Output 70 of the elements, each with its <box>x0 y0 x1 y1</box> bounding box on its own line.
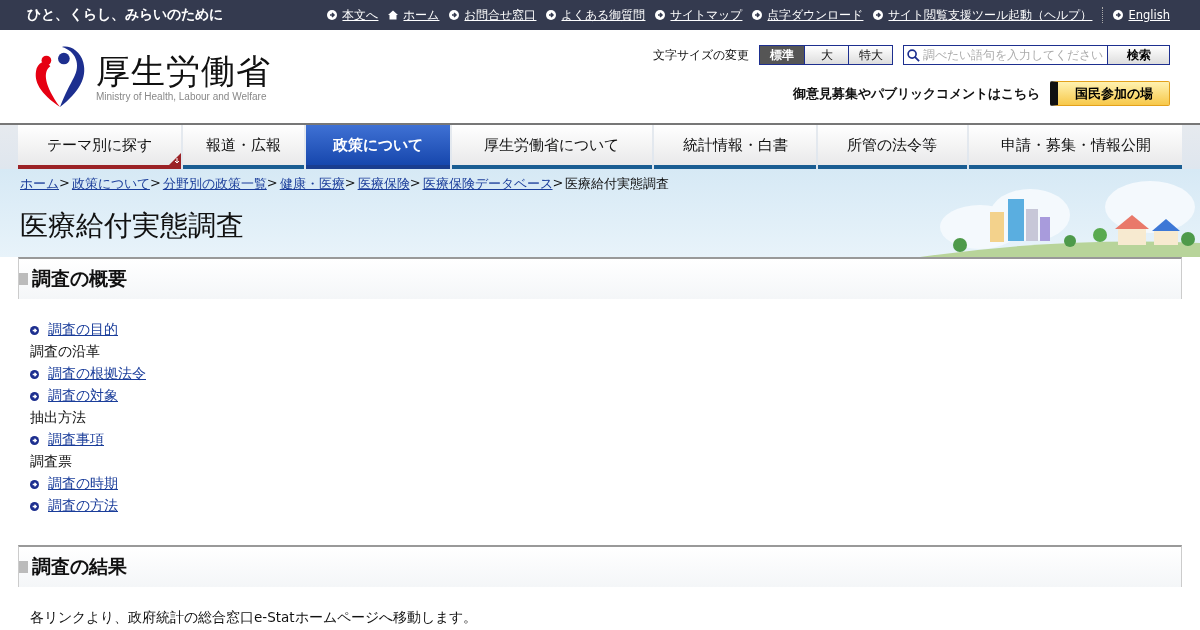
arrow-circle-icon <box>30 325 39 335</box>
arrow-circle-icon <box>327 10 338 20</box>
font-size-label: 文字サイズの変更 <box>653 46 749 64</box>
survey-text: 各リンクより、政府統計の総合窓口e-Statホームページへ移動します。 <box>30 609 477 627</box>
top-link[interactable]: 本文へ <box>327 7 379 23</box>
participation-button[interactable]: 国民参加の場 <box>1050 81 1170 106</box>
font-size-button[interactable]: 特大 <box>848 46 892 64</box>
top-link[interactable]: サイト閲覧支援ツール起動（ヘルプ） <box>873 7 1093 23</box>
arrow-circle-icon <box>30 391 39 401</box>
arrow-circle-icon <box>449 10 460 20</box>
arrow-circle-icon <box>30 501 39 511</box>
page-title: 医療給付実態調査 <box>20 208 245 244</box>
breadcrumb-link[interactable]: 医療保険 <box>357 175 410 193</box>
arrow-circle-icon <box>546 10 557 20</box>
survey-link[interactable]: 調査の方法 <box>48 497 118 515</box>
arrow-circle-icon <box>30 479 39 489</box>
logo-title: 厚生労働省 <box>96 51 271 91</box>
nav-tab[interactable]: 申請・募集・情報公開 <box>969 125 1182 169</box>
font-size-button[interactable]: 標準 <box>760 46 804 64</box>
breadcrumb-separator: > <box>149 175 161 192</box>
font-size-button[interactable]: 大 <box>804 46 848 64</box>
arrow-circle-icon <box>655 10 666 20</box>
survey-link[interactable]: 調査の時期 <box>48 475 118 493</box>
breadcrumb-link[interactable]: 分野別の政策一覧 <box>162 175 267 193</box>
site-tagline: ひと、くらし、みらいのために <box>27 6 223 24</box>
breadcrumb-separator: > <box>266 175 278 192</box>
breadcrumb-link[interactable]: 健康・医療 <box>279 175 345 193</box>
nav-tab[interactable]: 厚生労働省について <box>451 125 653 169</box>
top-link[interactable]: よくある御質問 <box>546 7 646 23</box>
arrow-circle-icon <box>30 369 39 379</box>
search-button[interactable]: 検索 <box>1108 45 1170 65</box>
nav-tab[interactable]: 報道・広報 <box>183 125 305 169</box>
heading-marker-icon <box>19 273 28 285</box>
nav-tab[interactable]: テーマ別に探す <box>18 125 182 169</box>
breadcrumb-link[interactable]: 政策について <box>71 175 150 193</box>
top-link[interactable]: 点字ダウンロード <box>752 7 864 23</box>
down-arrow-icon <box>169 153 182 165</box>
search-field[interactable]: 調べたい語句を入力してください <box>903 45 1108 65</box>
breadcrumb-separator: > <box>552 175 564 192</box>
top-link[interactable]: サイトマップ <box>655 7 743 23</box>
arrow-circle-icon <box>873 10 884 20</box>
top-link[interactable]: お問合せ窓口 <box>449 7 537 23</box>
arrow-circle-icon <box>752 10 763 20</box>
logo-subtitle: Ministry of Health, Labour and Welfare <box>96 91 268 102</box>
search-icon <box>907 48 920 62</box>
heading-marker-icon <box>19 561 28 573</box>
survey-link[interactable]: 調査の目的 <box>48 321 118 339</box>
top-link[interactable]: ホーム <box>388 7 440 23</box>
breadcrumb-link[interactable]: ホーム <box>20 175 59 193</box>
breadcrumb-separator: > <box>59 175 70 192</box>
survey-link[interactable]: 調査事項 <box>48 431 104 449</box>
survey-link[interactable]: 調査の対象 <box>48 387 118 405</box>
arrow-circle-icon <box>30 435 39 445</box>
house-icon <box>388 10 399 20</box>
breadcrumb-current: 医療給付実態調査 <box>565 175 670 193</box>
survey-text: 抽出方法 <box>30 409 86 427</box>
nav-tab[interactable]: 統計情報・白書 <box>654 125 816 169</box>
public-comment-text: 御意見募集やパブリックコメントはこちら <box>793 84 1040 103</box>
survey-text: 調査票 <box>30 453 72 471</box>
survey-link[interactable]: 調査の根拠法令 <box>48 365 146 383</box>
nav-tab[interactable]: 所管の法令等 <box>817 125 968 169</box>
section-title: 調査の結果 <box>32 554 127 579</box>
breadcrumb-separator: > <box>409 175 421 192</box>
survey-text: 調査の沿革 <box>30 343 100 361</box>
language-link[interactable]: English <box>1113 8 1170 22</box>
breadcrumb-link[interactable]: 医療保険データベース <box>422 175 553 193</box>
nav-tab[interactable]: 政策について <box>306 125 450 169</box>
breadcrumb-separator: > <box>344 175 356 192</box>
section-title: 調査の概要 <box>32 266 127 291</box>
arrow-circle-icon <box>1113 10 1124 20</box>
